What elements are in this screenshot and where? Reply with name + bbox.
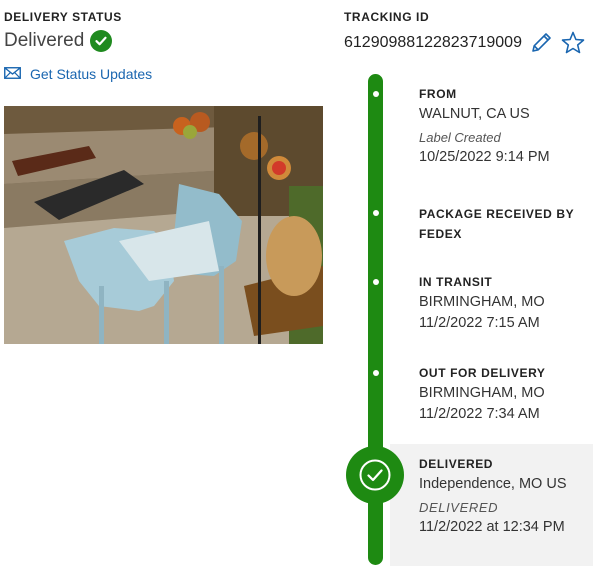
event-location: BIRMINGHAM, MO: [419, 294, 545, 310]
event-location: WALNUT, CA US: [419, 106, 530, 122]
event-title: DELIVERED: [419, 457, 494, 471]
timeline-dot: [373, 210, 379, 216]
event-package-received: PACKAGE RECEIVED BY FEDEX: [419, 204, 584, 244]
tracking-id-heading: TRACKING ID: [344, 10, 430, 24]
timeline-dot: [373, 91, 379, 97]
delivery-photo: [4, 106, 323, 344]
pencil-icon[interactable]: [528, 30, 554, 56]
delivery-status-heading: DELIVERY STATUS: [4, 10, 122, 24]
event-time: 11/2/2022 at 12:34 PM: [419, 519, 565, 535]
event-time: 11/2/2022 7:34 AM: [419, 406, 540, 422]
tracking-number: 61290988122823719009: [344, 34, 522, 51]
envelope-icon: [4, 66, 21, 82]
event-location: Independence, MO US: [419, 476, 567, 492]
timeline-dot: [373, 370, 379, 376]
event-title: PACKAGE RECEIVED BY FEDEX: [419, 207, 574, 241]
star-outline-icon[interactable]: [560, 30, 586, 56]
event-note: Label Created: [419, 130, 501, 145]
get-status-updates-label: Get Status Updates: [30, 66, 153, 82]
tracking-id-row: 61290988122823719009: [344, 30, 586, 56]
delivered-check-icon: [346, 446, 404, 504]
event-note: DELIVERED: [419, 500, 499, 515]
delivery-status-row: Delivered: [4, 30, 113, 52]
event-title: OUT FOR DELIVERY: [419, 366, 546, 380]
timeline-dot: [373, 279, 379, 285]
event-delivered: DELIVERED Independence, MO US DELIVERED …: [419, 454, 589, 538]
get-status-updates-link[interactable]: Get Status Updates: [4, 66, 152, 82]
event-in-transit: IN TRANSIT BIRMINGHAM, MO 11/2/2022 7:15…: [419, 272, 589, 334]
event-title: FROM: [419, 87, 457, 101]
event-time: 11/2/2022 7:15 AM: [419, 315, 540, 331]
event-out-for-delivery: OUT FOR DELIVERY BIRMINGHAM, MO 11/2/202…: [419, 363, 589, 425]
event-title: IN TRANSIT: [419, 275, 493, 289]
event-from: FROM WALNUT, CA US Label Created 10/25/2…: [419, 84, 589, 168]
delivery-status-text: Delivered: [4, 30, 85, 51]
event-location: BIRMINGHAM, MO: [419, 385, 545, 401]
event-time: 10/25/2022 9:14 PM: [419, 149, 550, 165]
check-circle-icon: [90, 30, 113, 52]
